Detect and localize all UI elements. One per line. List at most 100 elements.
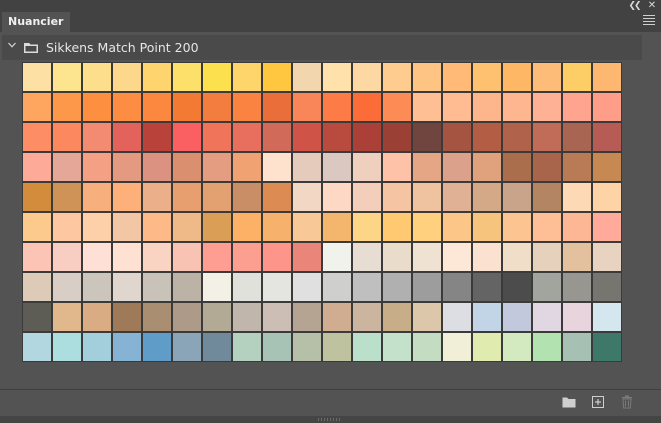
swatch[interactable] xyxy=(202,332,232,362)
swatch[interactable] xyxy=(232,242,262,272)
swatch[interactable] xyxy=(352,332,382,362)
trash-icon[interactable] xyxy=(619,394,635,410)
swatch[interactable] xyxy=(292,302,322,332)
swatch[interactable] xyxy=(292,242,322,272)
swatch[interactable] xyxy=(382,332,412,362)
swatch[interactable] xyxy=(22,152,52,182)
swatch[interactable] xyxy=(262,62,292,92)
swatch[interactable] xyxy=(592,332,622,362)
swatch[interactable] xyxy=(412,152,442,182)
swatch[interactable] xyxy=(142,62,172,92)
swatch[interactable] xyxy=(112,122,142,152)
swatch[interactable] xyxy=(442,332,472,362)
swatch[interactable] xyxy=(442,272,472,302)
swatch[interactable] xyxy=(562,332,592,362)
swatch[interactable] xyxy=(502,242,532,272)
swatch[interactable] xyxy=(442,302,472,332)
swatch[interactable] xyxy=(82,302,112,332)
swatch[interactable] xyxy=(22,242,52,272)
swatch[interactable] xyxy=(322,122,352,152)
swatch[interactable] xyxy=(172,92,202,122)
swatch[interactable] xyxy=(352,62,382,92)
swatch[interactable] xyxy=(592,302,622,332)
swatch[interactable] xyxy=(52,92,82,122)
swatch-group-header[interactable]: Sikkens Match Point 200 xyxy=(2,35,642,60)
swatch[interactable] xyxy=(562,152,592,182)
swatch[interactable] xyxy=(502,272,532,302)
swatch[interactable] xyxy=(502,62,532,92)
swatch[interactable] xyxy=(292,62,322,92)
swatch[interactable] xyxy=(352,182,382,212)
swatch[interactable] xyxy=(592,62,622,92)
swatch[interactable] xyxy=(292,212,322,242)
swatch[interactable] xyxy=(322,332,352,362)
swatch[interactable] xyxy=(472,92,502,122)
swatch[interactable] xyxy=(142,332,172,362)
swatch[interactable] xyxy=(472,332,502,362)
swatch[interactable] xyxy=(232,182,262,212)
swatch[interactable] xyxy=(262,242,292,272)
swatch[interactable] xyxy=(532,242,562,272)
swatch[interactable] xyxy=(262,332,292,362)
swatch[interactable] xyxy=(292,332,322,362)
swatch[interactable] xyxy=(472,62,502,92)
swatch[interactable] xyxy=(352,242,382,272)
swatch[interactable] xyxy=(22,272,52,302)
swatch[interactable] xyxy=(202,182,232,212)
swatch[interactable] xyxy=(412,332,442,362)
swatch[interactable] xyxy=(562,212,592,242)
swatch[interactable] xyxy=(412,122,442,152)
swatch[interactable] xyxy=(22,302,52,332)
swatch[interactable] xyxy=(142,242,172,272)
swatch[interactable] xyxy=(592,212,622,242)
swatch[interactable] xyxy=(562,272,592,302)
folder-icon[interactable] xyxy=(561,394,577,410)
swatch[interactable] xyxy=(202,272,232,302)
swatch[interactable] xyxy=(382,62,412,92)
swatch[interactable] xyxy=(112,182,142,212)
swatch[interactable] xyxy=(352,92,382,122)
swatch[interactable] xyxy=(262,152,292,182)
swatch[interactable] xyxy=(532,302,562,332)
swatch[interactable] xyxy=(202,302,232,332)
swatch[interactable] xyxy=(322,242,352,272)
swatch[interactable] xyxy=(202,152,232,182)
swatch[interactable] xyxy=(202,92,232,122)
swatch[interactable] xyxy=(412,62,442,92)
swatch[interactable] xyxy=(442,152,472,182)
swatch[interactable] xyxy=(142,92,172,122)
swatch[interactable] xyxy=(202,62,232,92)
swatch[interactable] xyxy=(382,212,412,242)
swatch[interactable] xyxy=(142,122,172,152)
swatch[interactable] xyxy=(172,182,202,212)
swatch[interactable] xyxy=(502,122,532,152)
swatch[interactable] xyxy=(52,62,82,92)
swatch[interactable] xyxy=(82,182,112,212)
swatch[interactable] xyxy=(322,62,352,92)
swatch[interactable] xyxy=(142,152,172,182)
swatch[interactable] xyxy=(442,182,472,212)
new-swatch-icon[interactable] xyxy=(590,394,606,410)
swatch[interactable] xyxy=(562,122,592,152)
swatch[interactable] xyxy=(82,122,112,152)
swatch[interactable] xyxy=(502,302,532,332)
swatch[interactable] xyxy=(292,122,322,152)
swatch[interactable] xyxy=(112,62,142,92)
swatch[interactable] xyxy=(352,152,382,182)
swatch[interactable] xyxy=(412,302,442,332)
swatch[interactable] xyxy=(172,272,202,302)
swatch[interactable] xyxy=(232,332,262,362)
swatch[interactable] xyxy=(472,242,502,272)
swatch[interactable] xyxy=(382,92,412,122)
swatch[interactable] xyxy=(502,152,532,182)
swatch[interactable] xyxy=(382,152,412,182)
swatch[interactable] xyxy=(382,242,412,272)
swatch[interactable] xyxy=(532,122,562,152)
swatch[interactable] xyxy=(82,242,112,272)
swatch[interactable] xyxy=(562,92,592,122)
swatch[interactable] xyxy=(562,302,592,332)
swatch[interactable] xyxy=(502,92,532,122)
panel-title-bar[interactable] xyxy=(0,0,661,12)
swatch[interactable] xyxy=(412,212,442,242)
swatch[interactable] xyxy=(322,212,352,242)
